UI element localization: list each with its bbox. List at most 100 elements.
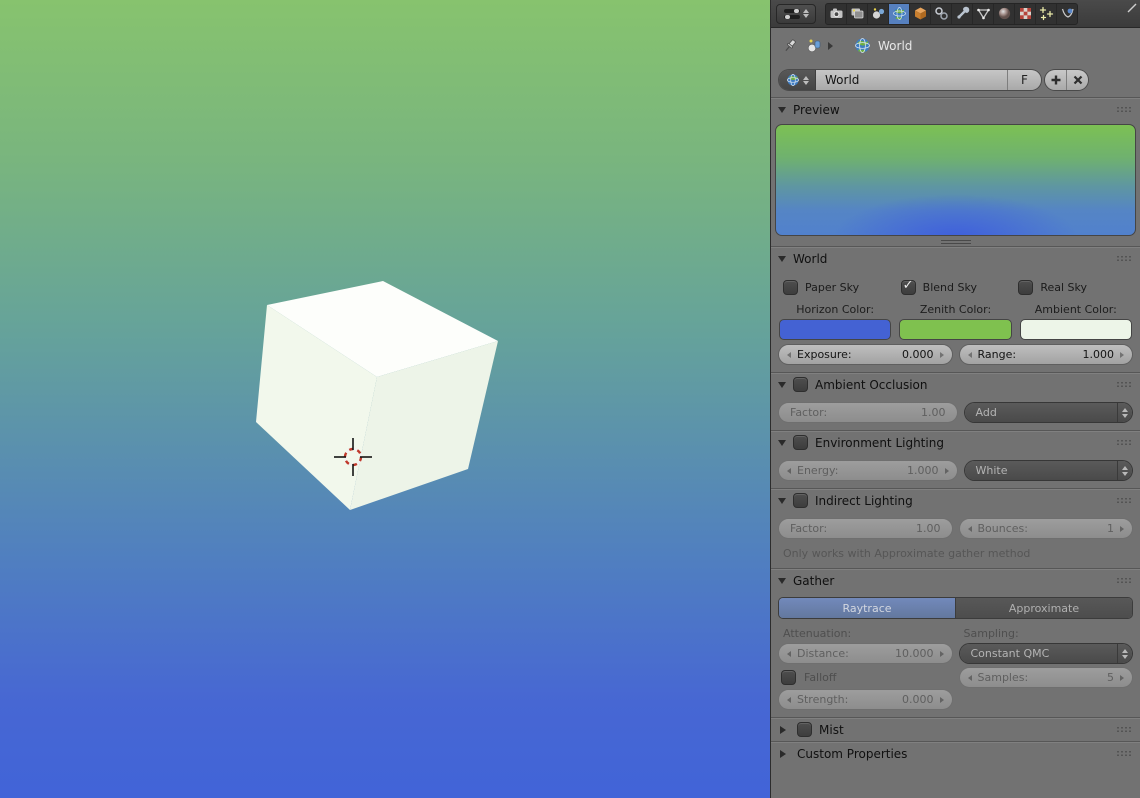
decrement-arrow-icon[interactable] <box>784 697 791 703</box>
falloff-checkbox[interactable] <box>781 670 796 685</box>
env-color-source-dropdown[interactable]: White <box>965 461 1133 480</box>
indirect-lighting-checkbox[interactable] <box>793 493 808 508</box>
tab-render-icon[interactable] <box>826 4 847 24</box>
tab-material-icon[interactable] <box>994 4 1015 24</box>
horizon-color-label: Horizon Color: <box>779 303 891 316</box>
panel-drag-dots-icon[interactable] <box>1116 106 1131 113</box>
panel-drag-dots-icon[interactable] <box>1116 497 1131 504</box>
raytrace-button[interactable]: Raytrace <box>779 598 955 618</box>
exposure-slider[interactable]: Exposure: 0.000 <box>779 345 952 364</box>
panel-drag-dots-icon[interactable] <box>1116 255 1131 262</box>
panel-world-header[interactable]: World <box>771 247 1140 270</box>
range-slider[interactable]: Range: 1.000 <box>960 345 1133 364</box>
panel-drag-dots-icon[interactable] <box>1116 577 1131 584</box>
zenith-color-label: Zenith Color: <box>899 303 1011 316</box>
panel-gather-header[interactable]: Gather <box>771 569 1140 592</box>
decrement-arrow-icon[interactable] <box>784 468 791 474</box>
zenith-color-swatch[interactable] <box>899 319 1011 340</box>
ao-factor-slider[interactable]: Factor: 1.00 <box>779 403 957 422</box>
increment-arrow-icon[interactable] <box>1120 526 1127 532</box>
breadcrumb: World <box>771 28 1140 63</box>
panel-title: World <box>793 252 827 266</box>
blend-sky-label: Blend Sky <box>923 281 977 294</box>
panel-preview: Preview <box>771 97 1140 244</box>
breadcrumb-world-label[interactable]: World <box>878 39 912 53</box>
decrement-arrow-icon[interactable] <box>784 352 791 358</box>
tab-object-icon[interactable] <box>910 4 931 24</box>
tab-world-icon[interactable] <box>889 4 910 24</box>
world-name-field[interactable]: World <box>815 70 1007 90</box>
panel-title: Preview <box>793 103 840 117</box>
environment-lighting-checkbox[interactable] <box>793 435 808 450</box>
mist-checkbox[interactable] <box>797 722 812 737</box>
panel-mist-header[interactable]: Mist <box>771 718 1140 741</box>
editor-type-button[interactable] <box>776 4 816 24</box>
tab-modifiers-icon[interactable] <box>952 4 973 24</box>
tab-scene-icon[interactable] <box>868 4 889 24</box>
panel-drag-dots-icon[interactable] <box>1116 439 1131 446</box>
samples-slider[interactable]: Samples: 5 <box>960 668 1133 687</box>
ao-blend-mode-dropdown[interactable]: Add <box>965 403 1133 422</box>
panel-title: Ambient Occlusion <box>815 378 927 392</box>
dropdown-stepper-icon <box>1117 403 1132 422</box>
tab-render-layers-icon[interactable] <box>847 4 868 24</box>
tab-physics-icon[interactable] <box>1057 4 1077 24</box>
approximate-button[interactable]: Approximate <box>955 598 1132 618</box>
increment-arrow-icon[interactable] <box>940 651 947 657</box>
unlink-world-button[interactable] <box>1066 70 1088 90</box>
decrement-arrow-icon[interactable] <box>965 352 972 358</box>
panel-preview-header[interactable]: Preview <box>771 98 1140 121</box>
add-world-button[interactable] <box>1045 70 1066 90</box>
collapse-icon <box>778 256 786 266</box>
world-browse-button[interactable] <box>779 70 815 90</box>
panel-custom-properties-header[interactable]: Custom Properties <box>771 742 1140 765</box>
decrement-arrow-icon[interactable] <box>965 526 972 532</box>
paper-sky-label: Paper Sky <box>805 281 859 294</box>
viewport-render <box>0 0 770 798</box>
env-energy-slider[interactable]: Energy: 1.000 <box>779 461 957 480</box>
strength-slider[interactable]: Strength: 0.000 <box>779 690 952 709</box>
ambient-color-swatch[interactable] <box>1020 319 1132 340</box>
increment-arrow-icon[interactable] <box>940 352 947 358</box>
tab-constraints-icon[interactable] <box>931 4 952 24</box>
tab-particles-icon[interactable] <box>1036 4 1057 24</box>
panel-drag-dots-icon[interactable] <box>1116 750 1131 757</box>
sampling-method-dropdown[interactable]: Constant QMC <box>960 644 1133 663</box>
panel-drag-dots-icon[interactable] <box>1116 726 1131 733</box>
tab-object-data-icon[interactable] <box>973 4 994 24</box>
world-breadcrumb-icon <box>854 37 871 54</box>
area-corner-grip[interactable] <box>1125 1 1139 15</box>
panel-environment-lighting-header[interactable]: Environment Lighting <box>771 431 1140 454</box>
horizon-color-swatch[interactable] <box>779 319 891 340</box>
collapse-icon <box>778 578 786 588</box>
increment-arrow-icon[interactable] <box>945 468 952 474</box>
panel-indirect-lighting-header[interactable]: Indirect Lighting <box>771 489 1140 512</box>
editor-type-stepper-icon <box>803 6 809 21</box>
3d-viewport[interactable] <box>0 0 770 798</box>
increment-arrow-icon[interactable] <box>1120 352 1127 358</box>
properties-context-tabs <box>825 3 1078 25</box>
ambient-occlusion-checkbox[interactable] <box>793 377 808 392</box>
fake-user-button[interactable]: F <box>1007 70 1041 90</box>
distance-slider[interactable]: Distance: 10.000 <box>779 644 952 663</box>
blend-sky-checkbox[interactable] <box>901 280 916 295</box>
decrement-arrow-icon[interactable] <box>784 651 791 657</box>
attenuation-label: Attenuation: <box>779 627 952 640</box>
pin-icon[interactable] <box>782 37 799 54</box>
close-icon <box>1072 74 1084 86</box>
panel-ambient-occlusion-header[interactable]: Ambient Occlusion <box>771 373 1140 396</box>
panel-drag-dots-icon[interactable] <box>1116 381 1131 388</box>
scene-breadcrumb-icon[interactable] <box>806 37 823 54</box>
indirect-factor-slider[interactable]: Factor: 1.00 <box>779 519 952 538</box>
panel-ambient-occlusion: Ambient Occlusion Factor: 1.00 Add <box>771 372 1140 430</box>
real-sky-checkbox[interactable] <box>1018 280 1033 295</box>
tab-texture-icon[interactable] <box>1015 4 1036 24</box>
world-browse-stepper-icon <box>803 73 809 88</box>
real-sky-label: Real Sky <box>1040 281 1087 294</box>
increment-arrow-icon[interactable] <box>1120 675 1127 681</box>
indirect-bounces-slider[interactable]: Bounces: 1 <box>960 519 1133 538</box>
paper-sky-checkbox[interactable] <box>783 280 798 295</box>
decrement-arrow-icon[interactable] <box>965 675 972 681</box>
increment-arrow-icon[interactable] <box>940 697 947 703</box>
preview-resize-grip[interactable] <box>941 240 971 244</box>
